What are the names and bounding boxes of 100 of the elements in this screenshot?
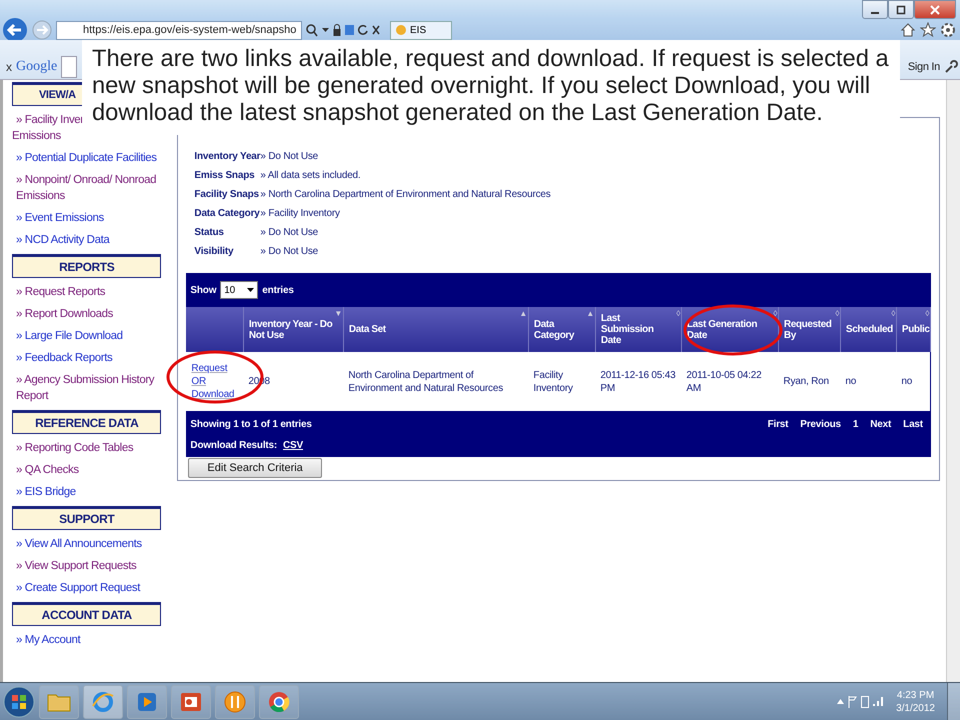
caret-icon[interactable] <box>322 28 329 32</box>
star-icon[interactable] <box>920 22 936 38</box>
forward-button[interactable] <box>32 20 52 40</box>
sidebar-link[interactable]: » Large File Download <box>16 328 123 344</box>
sidebar-link[interactable]: » Create Support Request <box>16 580 140 596</box>
scrollbar[interactable] <box>946 80 960 682</box>
ring-icon <box>91 690 115 714</box>
up-arrow-icon[interactable] <box>837 699 844 704</box>
flag-icon[interactable] <box>848 696 858 708</box>
sort-icon[interactable]: ◊ <box>773 309 777 318</box>
sidebar-link[interactable]: » Potential Duplicate Facilities <box>16 150 157 166</box>
sidebar-link[interactable]: » Reporting Code Tables <box>16 440 134 456</box>
pagination-link[interactable]: Next <box>870 419 892 430</box>
pagination-link[interactable]: Last <box>903 419 923 430</box>
clock-date: 3/1/2012 <box>896 702 935 714</box>
sort-icon[interactable]: ▲ <box>586 309 594 318</box>
section-heading: REPORTS <box>12 254 162 278</box>
sidebar-link[interactable]: » QA Checks <box>16 462 79 478</box>
minimize-button[interactable] <box>862 0 888 19</box>
csv-link[interactable]: CSV <box>283 440 303 451</box>
criteria-label: Emiss Snaps <box>194 169 256 183</box>
column-header[interactable]: Inventory Year - Do Not Use ▼ <box>243 307 344 352</box>
signal-icon[interactable] <box>873 697 884 706</box>
sidebar-link[interactable]: » View Support Requests <box>16 558 136 574</box>
table-cell: 2011-12-16 05:43 PM <box>595 352 682 411</box>
taskbar-app[interactable] <box>215 684 255 718</box>
table-cell: Facility Inventory <box>528 352 596 411</box>
criteria-label: Facility Snaps <box>194 188 260 202</box>
sidebar-link[interactable]: » Nonpoint/ Onroad/ Nonroad Emissions <box>16 172 162 204</box>
criteria-value: » Facility Inventory <box>260 207 340 221</box>
settings-icon[interactable] <box>940 22 956 38</box>
sidebar-link[interactable]: » EIS Bridge <box>16 484 76 500</box>
lock-icon[interactable] <box>333 24 341 36</box>
action-link[interactable]: Download <box>191 388 234 401</box>
taskbar-app[interactable] <box>171 684 211 718</box>
action-link[interactable]: Request <box>191 362 228 375</box>
table-cell: no <box>896 352 930 411</box>
sidebar-link[interactable]: » My Account <box>16 632 80 648</box>
close-button[interactable] <box>914 0 956 19</box>
column-header <box>186 307 244 352</box>
search-brand: Google <box>16 58 58 74</box>
entries-label: entries <box>262 284 294 296</box>
minimize-icon <box>871 12 879 14</box>
toolbar-close[interactable]: x <box>6 60 12 74</box>
criteria-value: » Do Not Use <box>260 226 318 240</box>
page-size-select[interactable]: 10 <box>220 281 258 299</box>
segmented-circle-icon <box>267 690 291 714</box>
criteria-value: » Do Not Use <box>260 245 318 259</box>
maximize-icon <box>896 4 906 14</box>
section-heading: ACCOUNT DATA <box>12 602 162 626</box>
column-header[interactable]: Data Category ▲ <box>528 307 596 352</box>
criteria-label: Visibility <box>194 245 234 259</box>
column-header[interactable]: Last Submission Date ◊ <box>595 307 682 352</box>
caret-icon <box>247 288 254 292</box>
stop-icon[interactable] <box>372 25 380 35</box>
sidebar-link[interactable]: » Request Reports <box>16 284 106 300</box>
back-button[interactable] <box>2 17 28 43</box>
wrench-icon[interactable] <box>944 60 958 74</box>
action-link[interactable]: OR <box>191 375 206 388</box>
pagination-link[interactable]: 1 <box>852 419 858 430</box>
sort-icon[interactable]: ◊ <box>835 309 839 318</box>
show-desktop-button[interactable] <box>947 683 960 720</box>
refresh-icon[interactable] <box>358 25 368 35</box>
pagination-link[interactable]: Previous <box>800 419 841 430</box>
maximize-button[interactable] <box>888 0 914 19</box>
sidebar-link[interactable]: » Event Emissions <box>16 210 104 226</box>
sort-icon[interactable]: ◊ <box>676 309 680 318</box>
sidebar-link[interactable]: » NCD Activity Data <box>16 232 110 248</box>
callout-text: There are two links available, request and download. If request is selected a new snapshot will be generated overnight. If you select Download, you will download the latest snapshot generated on the Last Generation Date. <box>82 40 900 135</box>
sign-in-link[interactable]: Sign In <box>908 60 940 72</box>
entries-info: Showing 1 to 1 of 1 entries <box>190 419 312 430</box>
download-label: Download Results: <box>190 440 278 451</box>
play-icon <box>136 690 158 712</box>
sort-icon[interactable]: ▼ <box>334 309 342 318</box>
sort-icon[interactable]: ◊ <box>925 309 929 318</box>
sidebar-link[interactable]: » Feedback Reports <box>16 350 112 366</box>
table-cell: Ryan, Ron <box>778 352 840 411</box>
column-header[interactable]: Public ◊ <box>896 307 930 352</box>
search-field[interactable] <box>61 56 78 78</box>
address-bar[interactable]: https://eis.epa.gov/eis-system-web/snapsho <box>56 20 302 40</box>
sidebar-link[interactable]: » Agency Submission History Report <box>16 372 162 404</box>
column-header[interactable]: Data Set ▲ <box>343 307 528 352</box>
sidebar-link[interactable]: » View All Announcements <box>16 536 142 552</box>
edit-search-button[interactable]: Edit Search Criteria <box>188 458 322 478</box>
taskbar-app[interactable] <box>259 684 299 718</box>
sort-icon[interactable]: ◊ <box>891 309 895 318</box>
start-button[interactable] <box>3 686 35 718</box>
pagination-link[interactable]: First <box>768 419 788 430</box>
sort-icon[interactable]: ▲ <box>519 309 527 318</box>
clock-time: 4:23 PM <box>896 690 934 700</box>
browser-tab[interactable]: EIS <box>390 20 452 40</box>
column-header[interactable]: Requested By ◊ <box>778 307 840 352</box>
sidebar-link[interactable]: » Report Downloads <box>16 306 113 322</box>
table-cell: North Carolina Department of Environment and Natural Resources <box>343 352 528 411</box>
home-icon[interactable] <box>900 22 916 38</box>
taskbar-app[interactable] <box>127 684 167 718</box>
battery-icon[interactable] <box>861 696 870 708</box>
search-icon[interactable] <box>306 24 318 36</box>
column-header[interactable]: Scheduled ◊ <box>840 307 896 352</box>
folder-icon <box>47 692 71 712</box>
